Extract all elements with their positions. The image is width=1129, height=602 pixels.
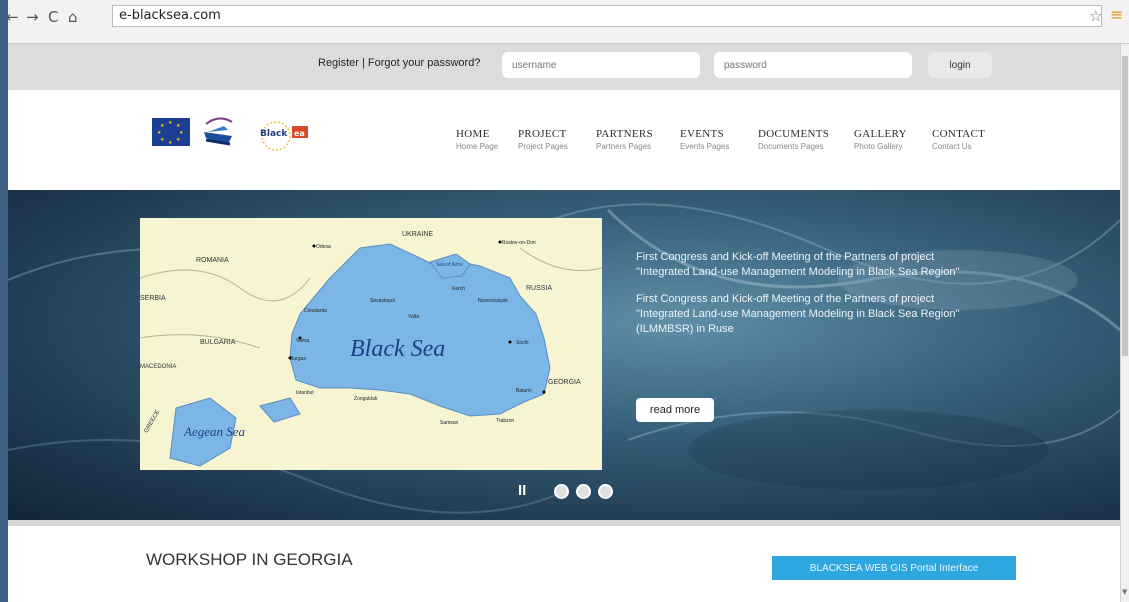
- pause-icon[interactable]: II: [518, 482, 526, 499]
- map-city-sochi: Sochi: [516, 340, 529, 346]
- map-city-burgas: Burgas: [290, 356, 306, 362]
- map-city-trabzon: Trabzon: [496, 418, 514, 424]
- map-city-varna: Varna: [296, 338, 309, 344]
- hero-slider: ROMANIA UKRAINE RUSSIA SERBIA BULGARIA M…: [8, 190, 1120, 520]
- map-country-macedonia: MACEDONIA: [140, 364, 176, 370]
- map-label-aegean-sea: Aegean Sea: [183, 424, 246, 439]
- address-bar[interactable]: e-blacksea.com: [112, 5, 1102, 27]
- nav-project-title[interactable]: PROJECT: [518, 128, 608, 140]
- map-label-azov: Sea of Azov: [436, 262, 463, 268]
- nav-documents[interactable]: DOCUMENTS Documents Pages: [758, 128, 848, 151]
- register-forgot-link[interactable]: Register | Forgot your password?: [318, 57, 480, 69]
- map-city-sevastopol: Sevastopol: [370, 298, 395, 304]
- partner-logos: ★ ★ ★ ★ ★ ★ ★ ★ Black ea: [140, 110, 330, 160]
- scroll-down-arrow-icon[interactable]: ▼: [1122, 588, 1127, 596]
- hero-paragraph-2: First Congress and Kick-off Meeting of t…: [636, 293, 960, 335]
- nav-documents-sub: Documents Pages: [758, 142, 824, 151]
- map-city-batumi: Batumi: [516, 388, 532, 394]
- webgis-portal-button[interactable]: BLACKSEA WEB GIS Portal Interface: [772, 556, 1016, 580]
- map-country-greece: GREECE: [144, 409, 162, 434]
- read-more-button[interactable]: read more: [636, 398, 714, 422]
- map-city-kerch: Kerch: [452, 286, 465, 292]
- black-sea-logo[interactable]: Black ea: [256, 120, 312, 152]
- login-bar: Register | Forgot your password? login: [8, 44, 1120, 90]
- page-scrollbar[interactable]: ▼: [1120, 44, 1129, 602]
- nav-partners-sub: Partners Pages: [596, 142, 652, 151]
- slide-dot-1[interactable]: [554, 484, 569, 499]
- nav-partners[interactable]: PARTNERS Partners Pages: [596, 128, 686, 151]
- map-country-romania: ROMANIA: [196, 257, 229, 264]
- nav-partners-title[interactable]: PARTNERS: [596, 128, 686, 140]
- nav-contact-title[interactable]: CONTACT: [932, 128, 1022, 140]
- nav-gallery[interactable]: GALLERY Photo Gallery: [854, 128, 944, 151]
- slide-dot-3[interactable]: [598, 484, 613, 499]
- nav-gallery-title[interactable]: GALLERY: [854, 128, 944, 140]
- nav-contact[interactable]: CONTACT Contact Us: [932, 128, 1022, 151]
- section-divider: [8, 520, 1120, 526]
- svg-text:ea: ea: [294, 129, 305, 138]
- nav-gallery-sub: Photo Gallery: [854, 142, 903, 151]
- slide-dot-2[interactable]: [576, 484, 591, 499]
- map-city-odesa: Odesa: [316, 244, 331, 250]
- map-label-black-sea: Black Sea: [350, 336, 445, 362]
- browser-menu-icon[interactable]: ≡: [1110, 5, 1123, 24]
- map-city-yalta: Yalta: [408, 314, 419, 320]
- map-city-zonguldak: Zonguldak: [354, 396, 378, 402]
- nav-project-sub: Project Pages: [518, 142, 568, 151]
- site-header: ★ ★ ★ ★ ★ ★ ★ ★ Black ea HOME Home Page PROJ…: [8, 90, 1120, 190]
- bookmark-star-icon[interactable]: ☆: [1089, 7, 1102, 25]
- forward-arrow-icon[interactable]: →: [26, 8, 39, 26]
- map-country-serbia: SERBIA: [140, 295, 166, 302]
- username-input[interactable]: [502, 52, 700, 78]
- nav-events-sub: Events Pages: [680, 142, 730, 151]
- login-button[interactable]: login: [928, 52, 992, 78]
- content-section: WORKSHOP IN GEORGIA BLACKSEA WEB GIS Por…: [8, 520, 1120, 602]
- map-country-russia: RUSSIA: [526, 285, 552, 292]
- hero-caption: First Congress and Kick-off Meeting of t…: [636, 250, 966, 337]
- workshop-heading: WORKSHOP IN GEORGIA: [146, 550, 353, 569]
- map-city-istanbul: Istanbul: [296, 390, 314, 396]
- hero-paragraph-1: First Congress and Kick-off Meeting of t…: [636, 251, 960, 278]
- nav-events[interactable]: EVENTS Events Pages: [680, 128, 770, 151]
- home-icon[interactable]: ⌂: [68, 8, 78, 26]
- browser-toolbar: ← → C ⌂ e-blacksea.com ☆ ≡: [0, 0, 1129, 44]
- map-country-georgia: GEORGIA: [548, 379, 581, 386]
- map-country-bulgaria: BULGARIA: [200, 339, 236, 346]
- map-city-rostov: Rostov-on-Don: [502, 240, 536, 246]
- eu-flag-logo[interactable]: ★ ★ ★ ★ ★ ★ ★ ★: [152, 118, 190, 146]
- reload-icon[interactable]: C: [48, 8, 58, 26]
- map-city-novorossiysk: Novorossiysk: [478, 298, 508, 304]
- black-sea-map: ROMANIA UKRAINE RUSSIA SERBIA BULGARIA M…: [140, 218, 602, 470]
- map-graphic: ROMANIA UKRAINE RUSSIA SERBIA BULGARIA M…: [140, 231, 602, 467]
- map-city-samsun: Samsun: [440, 420, 459, 426]
- partner-logo-wave[interactable]: [202, 110, 236, 150]
- nav-documents-title[interactable]: DOCUMENTS: [758, 128, 848, 140]
- scrollbar-thumb[interactable]: [1122, 56, 1128, 356]
- password-input[interactable]: [714, 52, 912, 78]
- map-city-constanta: Constanta: [304, 308, 327, 314]
- svg-text:Black: Black: [260, 129, 288, 139]
- nav-events-title[interactable]: EVENTS: [680, 128, 770, 140]
- map-country-ukraine: UKRAINE: [402, 231, 433, 238]
- nav-contact-sub: Contact Us: [932, 142, 972, 151]
- left-window-border: [0, 0, 8, 602]
- nav-project[interactable]: PROJECT Project Pages: [518, 128, 608, 151]
